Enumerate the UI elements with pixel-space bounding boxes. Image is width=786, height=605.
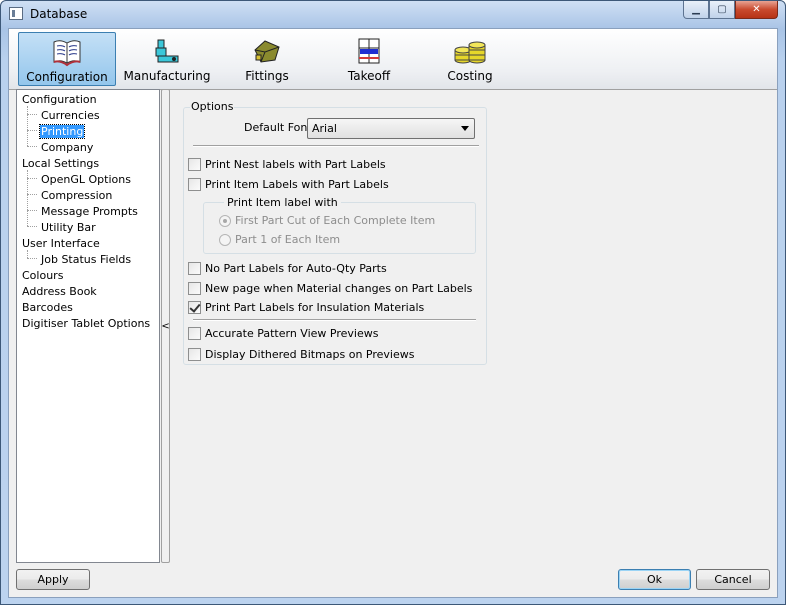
- tool-label: Fittings: [245, 69, 289, 83]
- check-no-part-labels-auto-qty[interactable]: No Part Labels for Auto-Qty Parts: [188, 262, 387, 275]
- database-window: Database ▁ ▢ ✕ Configuration Manufacturi…: [0, 0, 786, 605]
- tool-takeoff[interactable]: Takeoff: [320, 32, 418, 86]
- print-item-label-group-title: Print Item label with: [224, 196, 341, 209]
- tree-connector: [27, 130, 37, 131]
- print-item-label-group: Print Item label with First Part Cut of …: [203, 196, 476, 254]
- tree-item-user-interface[interactable]: User Interface: [21, 237, 101, 250]
- tool-configuration[interactable]: Configuration: [18, 32, 116, 86]
- tree-item-utility-bar[interactable]: Utility Bar: [40, 221, 97, 234]
- tree-item-digitiser-tablet-options[interactable]: Digitiser Tablet Options: [21, 317, 151, 330]
- tree-item-currencies[interactable]: Currencies: [40, 109, 101, 122]
- checkbox[interactable]: [188, 158, 201, 171]
- tree-item-message-prompts[interactable]: Message Prompts: [40, 205, 139, 218]
- check-label: Accurate Pattern View Previews: [205, 327, 379, 340]
- title-bar[interactable]: Database ▁ ▢ ✕: [1, 1, 785, 28]
- check-accurate-pattern-view[interactable]: Accurate Pattern View Previews: [188, 327, 378, 340]
- check-print-nest-labels[interactable]: Print Nest labels with Part Labels: [188, 158, 386, 171]
- window-title: Database: [30, 7, 88, 21]
- radio-button[interactable]: [219, 214, 231, 227]
- radio-label: Part 1 of Each Item: [235, 233, 341, 246]
- panel-splitter[interactable]: <: [161, 89, 170, 563]
- minimize-icon: ▁: [692, 4, 700, 15]
- settings-tree[interactable]: Configuration Currencies Printing Compan…: [16, 89, 160, 563]
- tree-item-local-settings[interactable]: Local Settings: [21, 157, 100, 170]
- check-label: Print Item Labels with Part Labels: [205, 178, 389, 191]
- coins-icon: [421, 36, 519, 66]
- fitting-icon: [218, 36, 316, 66]
- close-icon: ✕: [752, 4, 761, 15]
- options-group-label: Options: [190, 100, 235, 113]
- tool-label: Manufacturing: [123, 69, 211, 83]
- check-label: No Part Labels for Auto-Qty Parts: [205, 262, 387, 275]
- tree-connector: [27, 178, 37, 179]
- default-font-select[interactable]: Arial: [307, 118, 475, 139]
- checkbox[interactable]: [188, 282, 201, 295]
- check-print-item-labels[interactable]: Print Item Labels with Part Labels: [188, 178, 389, 191]
- check-label: Display Dithered Bitmaps on Previews: [205, 348, 415, 361]
- maximize-button[interactable]: ▢: [709, 1, 735, 19]
- tree-connector: [27, 250, 28, 258]
- tree-item-compression[interactable]: Compression: [40, 189, 113, 202]
- check-label: Print Nest labels with Part Labels: [205, 158, 386, 171]
- tool-manufacturing[interactable]: Manufacturing: [118, 32, 216, 86]
- tree-connector: [27, 258, 37, 259]
- tree-connector: [27, 114, 37, 115]
- checkbox[interactable]: [188, 327, 201, 340]
- check-dithered-bitmaps[interactable]: Display Dithered Bitmaps on Previews: [188, 348, 414, 361]
- machine-icon: [118, 36, 216, 66]
- checkbox[interactable]: [188, 178, 201, 191]
- checkbox[interactable]: [188, 262, 201, 275]
- tool-label: Costing: [447, 69, 493, 83]
- takeoff-icon: [320, 36, 418, 66]
- check-new-page-material[interactable]: New page when Material changes on Part L…: [188, 282, 472, 295]
- minimize-button[interactable]: ▁: [683, 1, 709, 19]
- apply-button[interactable]: Apply: [16, 569, 90, 590]
- tool-label: Takeoff: [347, 69, 391, 83]
- checkbox[interactable]: [188, 301, 201, 314]
- radio-first-part-cut[interactable]: First Part Cut of Each Complete Item: [219, 214, 435, 227]
- collapse-left-icon: <: [161, 320, 170, 332]
- category-toolbar: Configuration Manufacturing Fittings Tak…: [9, 29, 777, 90]
- tree-item-printing[interactable]: Printing: [38, 124, 86, 139]
- tool-label: Configuration: [26, 70, 108, 84]
- client-area: Configuration Manufacturing Fittings Tak…: [8, 28, 778, 598]
- tree-connector: [27, 194, 37, 195]
- tree-item-job-status-fields[interactable]: Job Status Fields: [40, 253, 132, 266]
- tree-item-address-book[interactable]: Address Book: [21, 285, 98, 298]
- options-group: Options Default Font Arial Print Nest la…: [183, 100, 487, 365]
- cancel-button[interactable]: Cancel: [696, 569, 770, 590]
- check-label: New page when Material changes on Part L…: [205, 282, 473, 295]
- tree-item-barcodes[interactable]: Barcodes: [21, 301, 74, 314]
- ok-button[interactable]: Ok: [618, 569, 691, 590]
- tool-fittings[interactable]: Fittings: [218, 32, 316, 86]
- caption-buttons: ▁ ▢ ✕: [683, 1, 778, 20]
- close-button[interactable]: ✕: [735, 1, 778, 19]
- tree-item-colours[interactable]: Colours: [21, 269, 64, 282]
- maximize-icon: ▢: [717, 4, 727, 15]
- check-label: Print Part Labels for Insulation Materia…: [205, 301, 425, 314]
- tree-connector: [27, 226, 37, 227]
- radio-label: First Part Cut of Each Complete Item: [235, 214, 436, 227]
- app-icon: [9, 7, 23, 20]
- tree-connector: [27, 210, 37, 211]
- checkbox[interactable]: [188, 348, 201, 361]
- tree-item-configuration[interactable]: Configuration: [21, 93, 98, 106]
- tree-item-company[interactable]: Company: [40, 141, 94, 154]
- check-insulation-materials[interactable]: Print Part Labels for Insulation Materia…: [188, 301, 424, 314]
- book-icon: [19, 37, 115, 67]
- radio-part-1[interactable]: Part 1 of Each Item: [219, 233, 340, 246]
- tree-connector: [27, 106, 28, 146]
- default-font-label: Default Font: [244, 121, 312, 134]
- tree-item-opengl-options[interactable]: OpenGL Options: [40, 173, 132, 186]
- separator: [193, 319, 476, 321]
- separator: [193, 145, 479, 147]
- chevron-down-icon: [461, 126, 469, 131]
- radio-button[interactable]: [219, 233, 231, 246]
- default-font-value: Arial: [312, 122, 337, 135]
- tree-connector: [27, 146, 37, 147]
- tool-costing[interactable]: Costing: [421, 32, 519, 86]
